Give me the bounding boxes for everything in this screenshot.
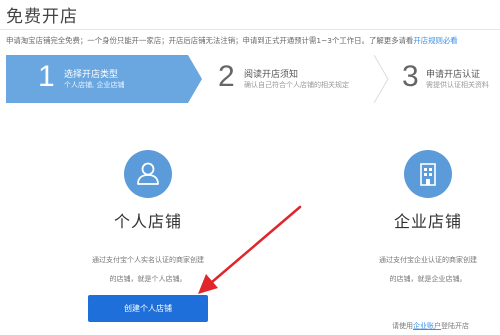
- step-1-subtitle: 个人店铺, 企业店铺: [64, 81, 125, 89]
- enterprise-shop-description: 通过支付宝企业认证的商家创建 的店铺，就是企业店铺。: [348, 251, 500, 289]
- step-1-number: 1: [38, 60, 55, 93]
- step-3-subtitle: 需提供认证相关资料: [426, 81, 489, 89]
- personal-shop-description: 通过支付宝个人实名认证的商家创建 的店铺，就是个人店铺。: [68, 251, 228, 289]
- note-suffix: 登陆开店: [441, 322, 469, 330]
- enterprise-account-link[interactable]: 企业账户: [413, 322, 441, 330]
- step-progress: 1 选择开店类型 个人店铺, 企业店铺 2 阅读开店须知 确认自己符合个人店铺的…: [6, 55, 500, 103]
- enterprise-account-note: 请使用企业账户登陆开店: [392, 321, 469, 331]
- page-title: 免费开店: [6, 7, 78, 27]
- step-2-title: 阅读开店须知: [244, 70, 299, 80]
- note-prefix: 请使用: [392, 322, 413, 330]
- personal-shop-card: 个人店铺 通过支付宝个人实名认证的商家创建 的店铺，就是个人店铺。: [68, 150, 228, 289]
- step-3: 3 申请开店认证 需提供认证相关资料: [388, 55, 500, 103]
- step-3-title: 申请开店认证: [426, 70, 481, 80]
- person-icon: [124, 150, 172, 198]
- create-personal-shop-button[interactable]: 创建个人店铺: [88, 295, 208, 322]
- step-2-number: 2: [218, 60, 235, 93]
- personal-shop-title: 个人店铺: [113, 212, 182, 231]
- personal-desc-line-2: 的店铺，就是个人店铺。: [109, 275, 187, 283]
- rules-link[interactable]: 开店规则必看: [413, 36, 457, 45]
- step-3-number: 3: [402, 60, 419, 93]
- step-1-title: 选择开店类型: [64, 70, 119, 80]
- step-2-subtitle: 确认自己符合个人店铺的相关规定: [244, 81, 349, 89]
- enterprise-desc-line-2: 的店铺，就是企业店铺。: [389, 275, 467, 283]
- title-divider: [0, 29, 500, 30]
- personal-desc-line-1: 通过支付宝个人实名认证的商家创建: [92, 256, 204, 264]
- step-2: 2 阅读开店须知 确认自己符合个人店铺的相关规定: [202, 55, 388, 103]
- step-1: 1 选择开店类型 个人店铺, 企业店铺: [6, 55, 202, 103]
- enterprise-shop-card: 企业店铺 通过支付宝企业认证的商家创建 的店铺，就是企业店铺。: [348, 150, 500, 289]
- building-icon: [404, 150, 452, 198]
- enterprise-shop-title: 企业店铺: [393, 212, 462, 231]
- notice: 申请淘宝店铺完全免费；一个身份只能开一家店；开店后店铺无法注销；申请到正式开通预…: [6, 35, 458, 46]
- notice-text: 申请淘宝店铺完全免费；一个身份只能开一家店；开店后店铺无法注销；申请到正式开通预…: [6, 36, 414, 45]
- enterprise-desc-line-1: 通过支付宝企业认证的商家创建: [379, 256, 477, 264]
